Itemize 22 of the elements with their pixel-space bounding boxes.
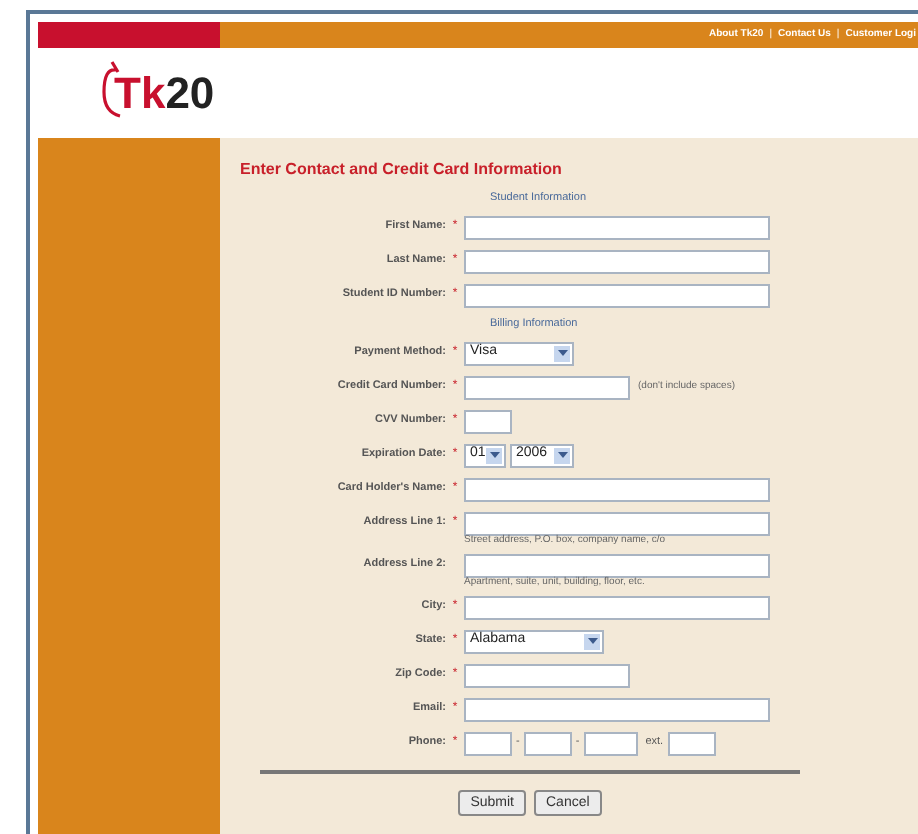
phone-input[interactable] — [523, 731, 572, 755]
logo-mark: Tk — [112, 71, 166, 115]
dropdown-arrow-icon — [587, 638, 597, 644]
text-input[interactable] — [464, 663, 630, 687]
dropdown-arrow-icon — [557, 350, 567, 356]
text-input[interactable] — [464, 283, 770, 307]
text-input[interactable] — [464, 697, 770, 721]
dropdown-arrow-icon — [557, 452, 567, 458]
phone-input[interactable] — [583, 731, 638, 755]
text-input[interactable] — [464, 215, 770, 239]
text-input[interactable] — [464, 595, 770, 619]
text-input[interactable] — [464, 249, 770, 273]
text-input[interactable] — [464, 409, 512, 433]
dropdown-arrow-icon — [489, 452, 499, 458]
page-title: Enter Contact and Credit Card Information — [240, 158, 564, 182]
phone-input[interactable] — [464, 731, 512, 755]
logo-number: 20 — [165, 71, 215, 115]
text-input[interactable] — [464, 511, 770, 535]
text-input[interactable] — [464, 375, 630, 399]
text-input[interactable] — [464, 477, 770, 501]
text-input[interactable] — [464, 553, 770, 577]
extension-input[interactable] — [667, 731, 716, 755]
